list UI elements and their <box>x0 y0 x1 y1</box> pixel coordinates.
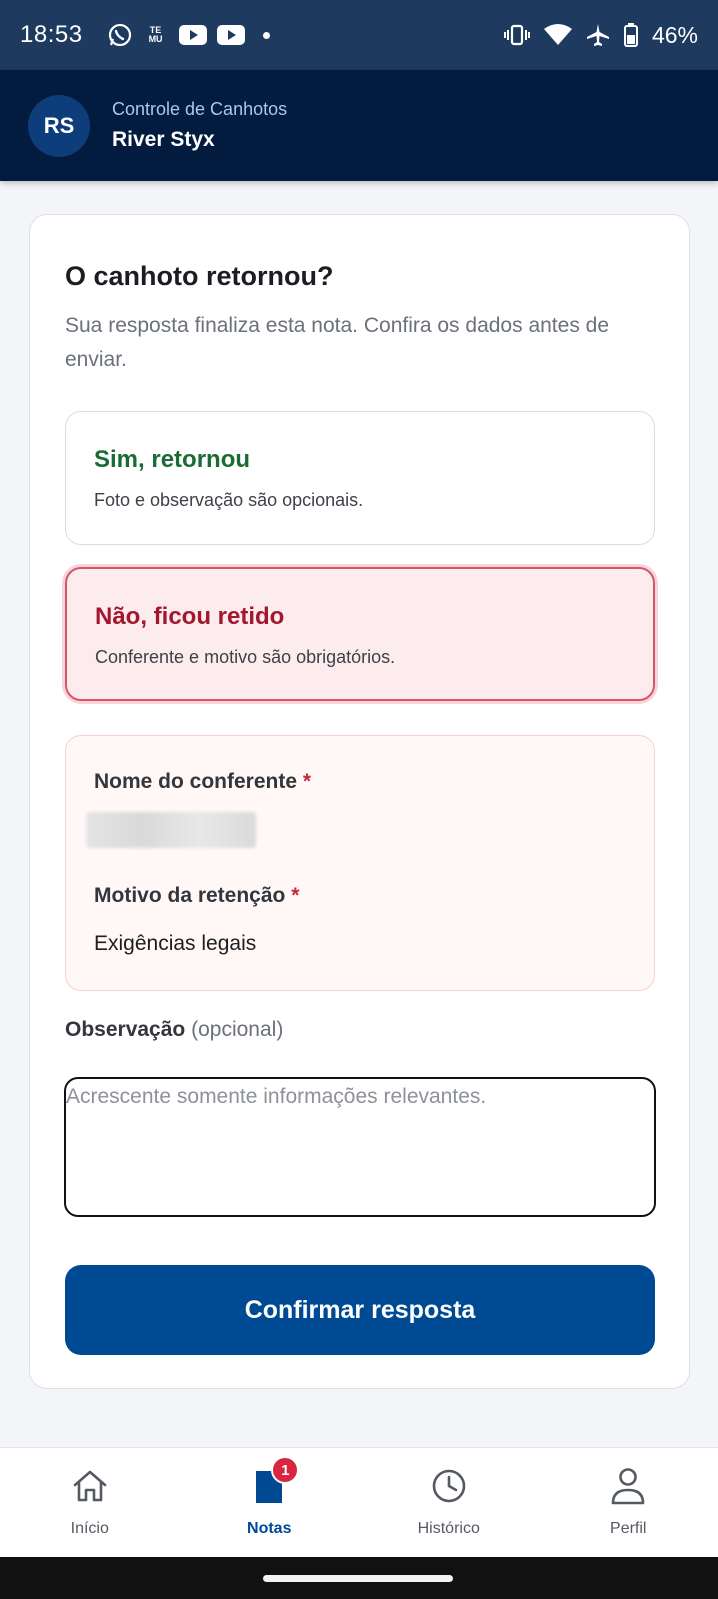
required-mark: * <box>302 770 312 793</box>
observation-input[interactable] <box>64 1077 656 1217</box>
note-icon: 1 <box>249 1456 300 1506</box>
card-description: Sua resposta finaliza esta nota. Confira… <box>65 314 610 371</box>
option-retained-title: Não, ficou retido <box>95 603 285 630</box>
system-icons: 46% <box>503 21 698 49</box>
bottom-nav: Início 1 Notas Histórico Perfil <box>0 1447 718 1557</box>
person-icon <box>608 1466 648 1506</box>
nav-item-perfil[interactable]: Perfil <box>539 1448 718 1557</box>
nav-item-inicio[interactable]: Início <box>0 1448 180 1557</box>
battery-percentage: 46% <box>651 21 698 48</box>
notification-badge: 1 <box>271 1456 300 1484</box>
nav-label-notas: Notas <box>247 1520 292 1537</box>
app-bar-text: Controle de Canhotos River Styx <box>112 99 287 152</box>
confirm-button[interactable]: Confirmar resposta <box>65 1265 655 1355</box>
response-card: O canhoto retornou? Sua resposta finaliz… <box>29 214 690 1389</box>
vibrate-icon <box>503 24 530 46</box>
motivo-value[interactable]: Exigências legais <box>94 932 256 956</box>
option-returned[interactable]: Sim, retornou Foto e observação são opci… <box>65 411 655 545</box>
nav-item-notas[interactable]: 1 Notas <box>180 1448 360 1557</box>
conferente-value-redacted[interactable] <box>86 812 256 848</box>
observation-label: Observação (opcional) <box>65 1018 284 1041</box>
option-retained[interactable]: Não, ficou retido Conferente e motivo sã… <box>65 567 655 701</box>
nav-label-inicio: Início <box>70 1520 109 1537</box>
nav-item-historico[interactable]: Histórico <box>359 1448 539 1557</box>
optional-tag: (opcional) <box>191 1018 284 1041</box>
temu-icon: TE MU <box>148 25 163 44</box>
retention-details: Nome do conferente * Motivo da retenção … <box>65 735 655 991</box>
app-bar: RS Controle de Canhotos River Styx <box>0 70 718 181</box>
option-returned-description: Foto e observação são opcionais. <box>94 490 364 510</box>
wifi-icon <box>543 24 572 45</box>
status-bar: 18:53 TE MU 46% <box>0 0 718 70</box>
youtube-icon <box>216 25 245 45</box>
required-mark: * <box>291 884 300 907</box>
option-retained-description: Conferente e motivo são obrigatórios. <box>95 647 396 667</box>
conferente-label: Nome do conferente * <box>94 770 312 793</box>
clock-icon <box>429 1466 469 1506</box>
youtube-icon <box>178 25 207 45</box>
whatsapp-icon <box>108 23 131 47</box>
battery-icon <box>623 23 638 47</box>
app-title: River Styx <box>112 128 215 151</box>
nav-label-historico: Histórico <box>417 1520 480 1537</box>
home-icon <box>70 1466 110 1506</box>
card-title: O canhoto retornou? <box>65 261 334 291</box>
app-subtitle: Controle de Canhotos <box>112 99 288 119</box>
notification-icons: TE MU <box>107 22 270 48</box>
motivo-label: Motivo da retenção * <box>94 884 300 907</box>
status-time: 18:53 <box>20 21 83 48</box>
system-nav-bar <box>0 1557 718 1599</box>
more-notifications-dot <box>262 31 270 39</box>
avatar[interactable]: RS <box>28 94 90 157</box>
nav-label-perfil: Perfil <box>610 1520 647 1537</box>
option-returned-title: Sim, retornou <box>94 446 251 473</box>
airplane-icon <box>586 24 609 46</box>
gesture-handle[interactable] <box>263 1575 453 1582</box>
